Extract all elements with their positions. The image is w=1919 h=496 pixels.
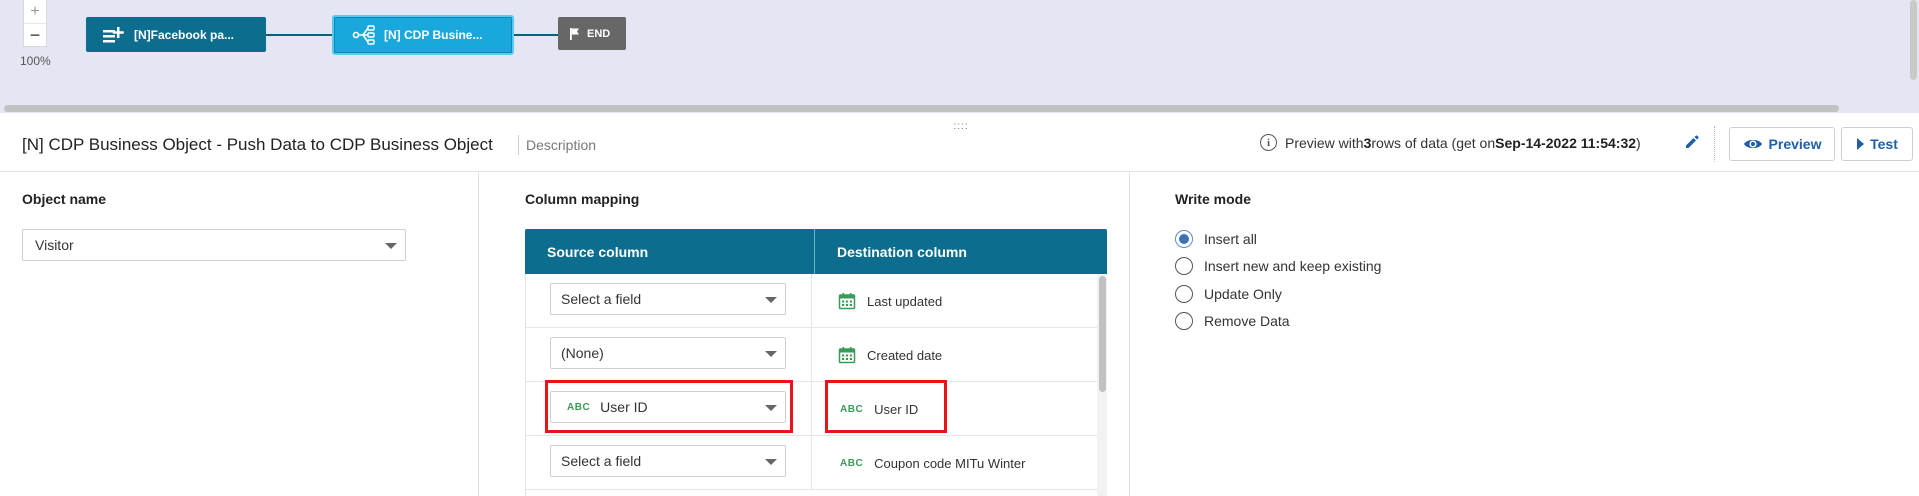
pencil-icon[interactable] bbox=[1684, 134, 1700, 150]
destination-column-header: Destination column bbox=[837, 243, 967, 260]
radio-label: Insert all bbox=[1204, 231, 1257, 247]
preview-text: Preview with bbox=[1285, 134, 1364, 151]
column-mapping-label: Column mapping bbox=[525, 191, 640, 207]
preview-row-count: 3 bbox=[1363, 134, 1372, 151]
panel-divider bbox=[1129, 172, 1130, 496]
radio-insert-all[interactable]: Insert all bbox=[1175, 230, 1257, 248]
zoom-level: 100% bbox=[20, 54, 51, 68]
source-field-select[interactable]: Select a field bbox=[550, 283, 786, 315]
table-body: Select a field Last updated (None) Creat… bbox=[525, 274, 1107, 496]
source-cell: Select a field bbox=[526, 436, 812, 490]
horizontal-scrollbar[interactable] bbox=[4, 105, 1839, 112]
table-row: Select a field Last updated bbox=[526, 274, 1106, 328]
source-field-select[interactable]: ABC User ID bbox=[550, 391, 786, 423]
panel-header: [N] CDP Business Object - Push Data to C… bbox=[0, 116, 1919, 172]
object-name-label: Object name bbox=[22, 191, 107, 207]
radio-remove-data[interactable]: Remove Data bbox=[1175, 312, 1290, 330]
divider bbox=[518, 135, 519, 155]
table-row: Select a field ABC Coupon code MITu Wint… bbox=[526, 436, 1106, 490]
node-label: [N]Facebook pa... bbox=[134, 27, 235, 42]
list-add-icon bbox=[103, 26, 124, 42]
preview-button-label: Preview bbox=[1768, 136, 1822, 152]
radio-label: Update Only bbox=[1204, 286, 1282, 302]
vertical-scrollbar[interactable] bbox=[1910, 0, 1917, 80]
abc-text-icon: ABC bbox=[840, 457, 864, 469]
preview-text: ) bbox=[1636, 134, 1641, 151]
node-label: END bbox=[587, 27, 611, 40]
node-label: [N] CDP Busine... bbox=[384, 28, 483, 42]
info-icon: i bbox=[1260, 134, 1277, 151]
source-field-value: Select a field bbox=[561, 291, 642, 307]
divider bbox=[1714, 126, 1715, 162]
connector-line bbox=[514, 34, 558, 36]
radio-button-checked[interactable] bbox=[1175, 230, 1193, 248]
calendar-icon bbox=[838, 346, 856, 364]
table-row: (None) Created date bbox=[526, 328, 1106, 382]
source-field-select[interactable]: (None) bbox=[550, 337, 786, 369]
object-name-value: Visitor bbox=[35, 237, 74, 253]
source-cell: (None) bbox=[526, 328, 812, 382]
source-field-value: User ID bbox=[600, 399, 648, 415]
chevron-down-icon bbox=[385, 243, 397, 249]
zoom-out-button[interactable]: − bbox=[24, 23, 46, 46]
source-column-header: Source column bbox=[525, 229, 815, 274]
table-header: Source column Destination column bbox=[525, 229, 1107, 274]
source-field-select[interactable]: Select a field bbox=[550, 445, 786, 477]
preview-text: rows of data (get on bbox=[1371, 134, 1496, 151]
destination-cell: Last updated bbox=[838, 274, 942, 328]
destination-field-name: Coupon code MITu Winter bbox=[874, 455, 1026, 471]
calendar-icon bbox=[838, 292, 856, 310]
workflow-canvas[interactable]: + − 100% [N]Facebook pa... [N] CDP Busin… bbox=[0, 0, 1919, 113]
eye-icon bbox=[1743, 139, 1762, 149]
radio-button[interactable] bbox=[1175, 285, 1193, 303]
destination-cell: Created date bbox=[838, 328, 942, 382]
abc-text-icon: ABC bbox=[567, 401, 591, 413]
chevron-down-icon bbox=[765, 405, 777, 411]
chevron-down-icon bbox=[765, 297, 777, 303]
chevron-down-icon bbox=[765, 351, 777, 357]
radio-button[interactable] bbox=[1175, 312, 1193, 330]
source-cell: ABC User ID bbox=[526, 382, 812, 436]
radio-button[interactable] bbox=[1175, 257, 1193, 275]
destination-cell: ABC Coupon code MITu Winter bbox=[840, 436, 1025, 490]
destination-field-name: Last updated bbox=[867, 293, 943, 309]
node-cdp-business-object[interactable]: [N] CDP Busine... bbox=[332, 15, 514, 55]
connector-line bbox=[266, 34, 332, 36]
destination-field-name: Created date bbox=[867, 347, 943, 363]
preview-date: Sep-14-2022 11:54:32 bbox=[1495, 134, 1637, 151]
object-name-select[interactable]: Visitor bbox=[22, 229, 406, 261]
radio-update-only[interactable]: Update Only bbox=[1175, 285, 1282, 303]
zoom-in-button[interactable]: + bbox=[24, 0, 46, 23]
radio-label: Insert new and keep existing bbox=[1204, 258, 1382, 274]
source-field-value: (None) bbox=[561, 345, 604, 361]
source-field-value: Select a field bbox=[561, 453, 642, 469]
distribute-icon bbox=[352, 25, 375, 45]
panel-divider bbox=[478, 172, 479, 496]
test-button[interactable]: Test bbox=[1841, 127, 1913, 161]
description-link[interactable]: Description bbox=[526, 137, 596, 153]
column-mapping-table: Source column Destination column Select … bbox=[525, 229, 1107, 496]
destination-field-name: User ID bbox=[874, 401, 919, 417]
page-title: [N] CDP Business Object - Push Data to C… bbox=[22, 135, 493, 154]
chevron-down-icon bbox=[765, 459, 777, 465]
node-facebook[interactable]: [N]Facebook pa... bbox=[86, 17, 266, 52]
table-scrollbar[interactable] bbox=[1099, 276, 1106, 392]
preview-button[interactable]: Preview bbox=[1729, 127, 1835, 161]
preview-info: i Preview with 3 rows of data (get on Se… bbox=[1260, 134, 1641, 151]
write-mode-label: Write mode bbox=[1175, 191, 1251, 207]
radio-label: Remove Data bbox=[1204, 313, 1290, 329]
table-row: ABC User ID ABC User ID bbox=[526, 382, 1106, 436]
node-end[interactable]: END bbox=[558, 17, 626, 50]
flag-icon bbox=[570, 27, 579, 40]
source-cell: Select a field bbox=[526, 274, 812, 328]
test-button-label: Test bbox=[1870, 136, 1898, 152]
destination-cell: ABC User ID bbox=[840, 382, 918, 436]
play-icon bbox=[1857, 138, 1865, 150]
abc-text-icon: ABC bbox=[840, 403, 864, 415]
radio-insert-new-keep-existing[interactable]: Insert new and keep existing bbox=[1175, 257, 1381, 275]
zoom-control: + − bbox=[23, 0, 47, 47]
